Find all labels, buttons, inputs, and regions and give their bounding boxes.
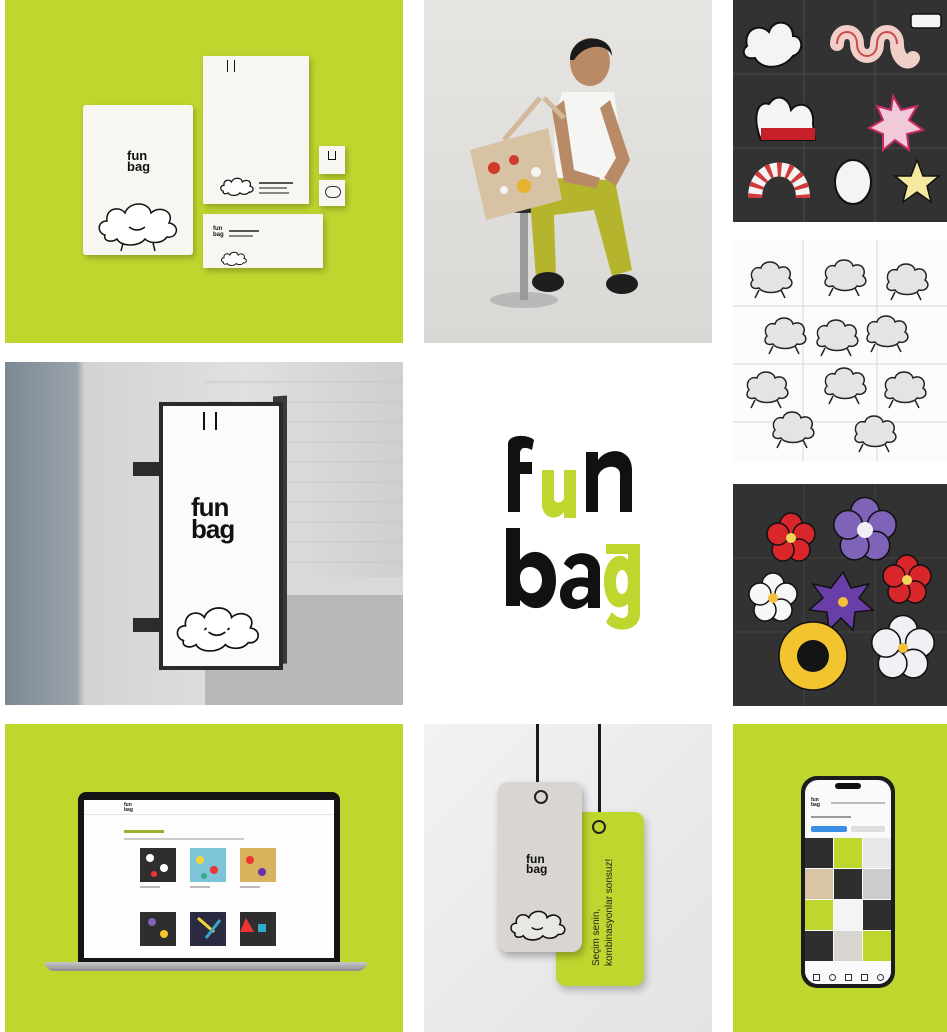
flower-stickers-art [733,484,947,706]
tag-cloud-icon [510,910,566,941]
lightbox-sign-mockup: fun bag [5,362,403,705]
laptop-base [45,962,367,971]
bottom-nav [805,970,891,984]
envelope-logo-line2: bag [213,232,224,238]
phone-frame: fun bag [801,776,895,988]
model-illustration [470,38,638,308]
letterhead [203,56,309,204]
message-button[interactable] [851,826,885,832]
tag-text-line2: kombinasyonlar sonsuz! [604,858,615,966]
lightbox-sign: fun bag [159,402,283,670]
sign-logo-line2: bag [191,514,235,544]
notebook: fun bag [83,105,193,255]
business-card-back [319,180,345,206]
notebook-logo-line2: bag [127,159,151,174]
cloud-character-sheet [733,240,947,462]
follow-button[interactable] [811,826,847,832]
flower-sticker-sheet [733,484,947,706]
search-icon[interactable] [829,974,836,981]
logo-center: fun bag [424,362,712,705]
tag-logo-line2: bag [526,862,548,876]
sign-cloud-icon [176,607,259,652]
business-card-front [319,146,345,174]
letterhead-cloud-icon [220,177,254,196]
cloud-characters-art [733,240,947,462]
post-grid [805,838,891,966]
product-thumbs-art [146,854,266,939]
hang-tag-mockup: Seçim senin, kombinasyonlar sonsuz! fun … [424,724,712,1032]
laptop-screen: fun bag [78,792,340,962]
reels-icon[interactable] [861,974,868,981]
phone-instagram-mockup: fun bag [733,724,947,1032]
sticker-sheet-dark [733,0,947,222]
cloud-mascot-icon [98,203,178,252]
tag-text-line1: Seçim senin, [591,908,602,966]
envelope-cloud-icon [221,251,247,266]
profile-logo-line2: bag [811,802,820,808]
model-with-tote-photo [424,0,712,343]
sticker-sheet-art [733,0,947,222]
funbag-logo-art [506,435,640,630]
envelope: fun bag [203,214,323,268]
web-logo-line2: bag [124,807,133,813]
stationery-mockup: fun bag fun bag [5,0,403,343]
add-post-icon[interactable] [845,974,852,981]
laptop-website-mockup: fun bag [5,724,403,1032]
hang-tag-grey: fun bag [498,782,582,952]
profile-icon[interactable] [877,974,884,981]
home-icon[interactable] [813,974,820,981]
